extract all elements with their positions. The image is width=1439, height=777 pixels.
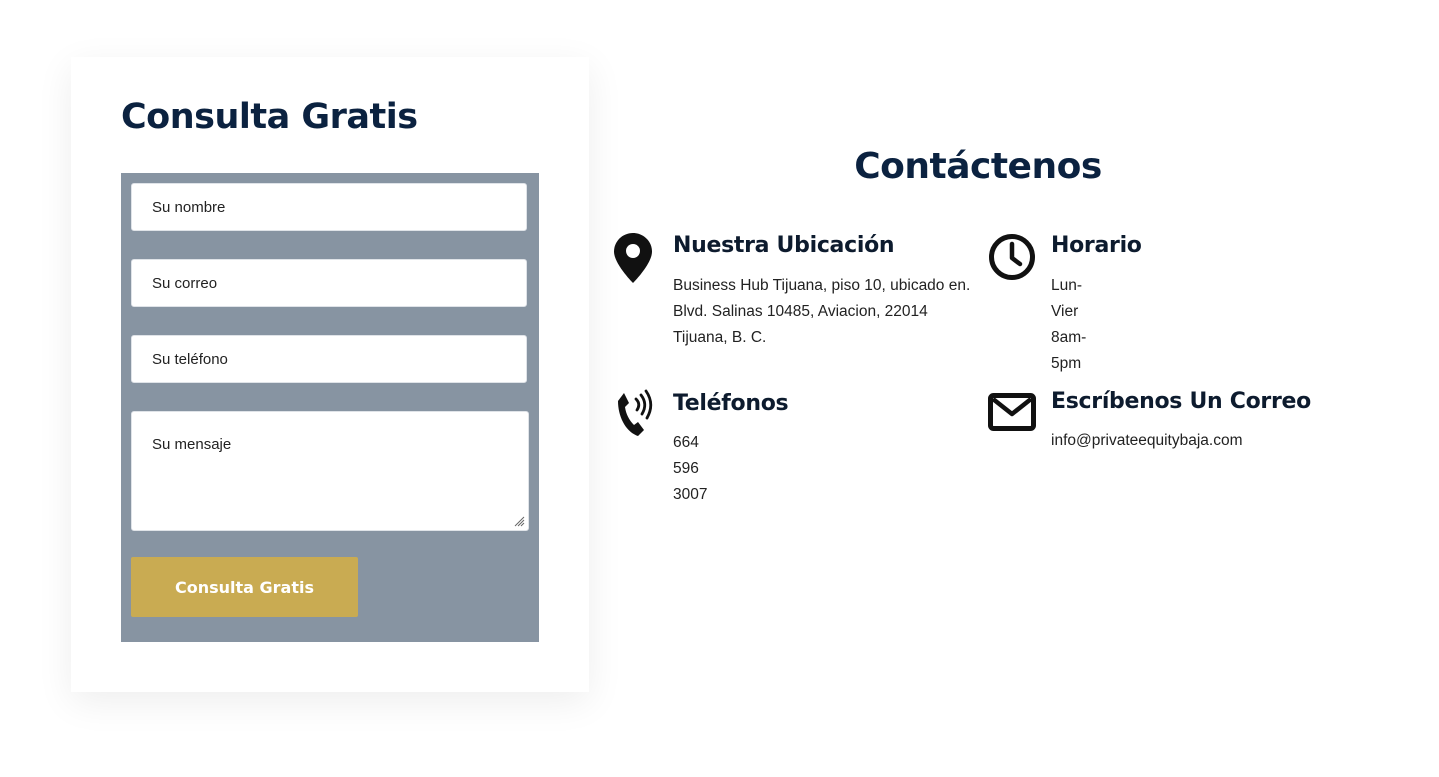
- location-address: Business Hub Tijuana, piso 10, ubicado e…: [673, 277, 971, 346]
- phones-heading: Teléfonos: [673, 391, 789, 416]
- email-heading: Escríbenos Un Correo: [1051, 389, 1311, 414]
- phone-icon: [618, 389, 653, 436]
- contact-form: Consulta Gratis: [121, 173, 539, 642]
- email-input[interactable]: [131, 259, 527, 307]
- hours-text: Lun-Vier 8am-5pm: [1051, 277, 1087, 372]
- message-textarea[interactable]: [131, 411, 529, 531]
- page: Consulta Gratis Consulta Gratis Contácte…: [0, 0, 1439, 777]
- phone-input[interactable]: [131, 335, 527, 383]
- email-address[interactable]: info@privateequitybaja.com: [1051, 428, 1243, 454]
- contact-title: Contáctenos: [854, 146, 1102, 187]
- resize-grip-icon[interactable]: [513, 515, 525, 527]
- map-pin-icon: [614, 233, 652, 283]
- envelope-icon: [988, 393, 1036, 431]
- form-title: Consulta Gratis: [121, 97, 418, 137]
- consultation-card: Consulta Gratis Consulta Gratis: [71, 57, 589, 692]
- phone-number[interactable]: 664 596 3007: [673, 430, 707, 508]
- name-input[interactable]: [131, 183, 527, 231]
- hours-heading: Horario: [1051, 233, 1142, 258]
- clock-icon: [989, 234, 1035, 280]
- submit-button[interactable]: Consulta Gratis: [131, 557, 358, 617]
- location-heading: Nuestra Ubicación: [673, 233, 895, 258]
